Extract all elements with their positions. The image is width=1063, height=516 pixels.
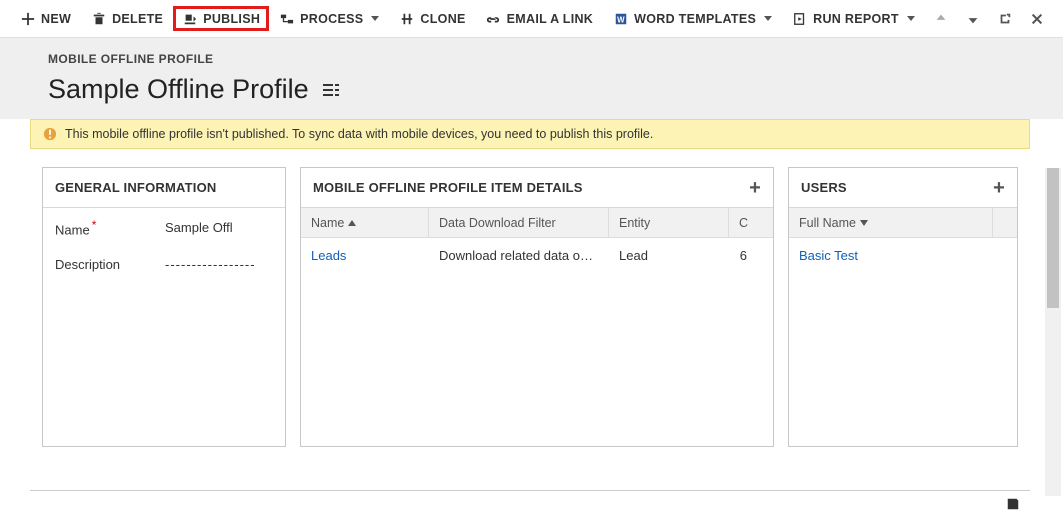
scrollbar-thumb[interactable] xyxy=(1047,168,1059,308)
col-fullname-label: Full Name xyxy=(799,216,856,230)
warning-icon xyxy=(43,127,57,141)
general-info-header: GENERAL INFORMATION xyxy=(55,180,216,195)
form-content: GENERAL INFORMATION Name* Sample Offl De… xyxy=(30,149,1030,447)
col-filter[interactable]: Data Download Filter xyxy=(429,208,609,237)
sort-desc-icon xyxy=(860,220,868,226)
nav-down-button[interactable] xyxy=(963,9,983,29)
warning-text: This mobile offline profile isn't publis… xyxy=(65,127,653,141)
col-c[interactable]: C xyxy=(729,208,757,237)
breadcrumb: MOBILE OFFLINE PROFILE xyxy=(48,52,1063,66)
add-detail-button[interactable]: + xyxy=(749,181,761,195)
new-button[interactable]: NEW xyxy=(10,7,81,30)
name-value[interactable]: Sample Offl xyxy=(165,220,233,235)
run-report-button[interactable]: RUN REPORT xyxy=(782,7,925,30)
delete-button[interactable]: DELETE xyxy=(81,7,173,30)
row-entity: Lead xyxy=(609,248,729,263)
col-entity[interactable]: Entity xyxy=(609,208,729,237)
clone-label: CLONE xyxy=(420,12,465,26)
vertical-scrollbar[interactable] xyxy=(1045,168,1061,496)
header-area: MOBILE OFFLINE PROFILE Sample Offline Pr… xyxy=(0,38,1063,119)
description-value[interactable]: ----------------- xyxy=(165,257,256,272)
email-link-label: EMAIL A LINK xyxy=(507,12,593,26)
chevron-down-icon xyxy=(764,16,772,21)
report-icon xyxy=(792,11,807,26)
row-name[interactable]: Leads xyxy=(301,248,429,263)
close-button[interactable] xyxy=(1027,9,1047,29)
process-icon xyxy=(279,11,294,26)
trash-icon xyxy=(91,11,106,26)
publish-button[interactable]: PUBLISH xyxy=(173,6,269,31)
save-icon[interactable] xyxy=(1006,497,1020,511)
row-c: 6 xyxy=(729,248,757,263)
chevron-down-icon xyxy=(907,16,915,21)
new-label: NEW xyxy=(41,12,71,26)
profile-item-details-panel: MOBILE OFFLINE PROFILE ITEM DETAILS + Na… xyxy=(300,167,774,447)
col-blank xyxy=(993,208,1017,237)
delete-label: DELETE xyxy=(112,12,163,26)
page-title: Sample Offline Profile xyxy=(48,74,309,105)
users-header: USERS xyxy=(801,180,847,195)
word-icon: W xyxy=(613,11,628,26)
process-label: PROCESS xyxy=(300,12,363,26)
users-grid-header: Full Name xyxy=(789,208,1017,238)
nav-up-button[interactable] xyxy=(931,9,951,29)
general-info-panel: GENERAL INFORMATION Name* Sample Offl De… xyxy=(42,167,286,447)
table-row[interactable]: Basic Test xyxy=(789,238,1017,273)
footer-bar xyxy=(30,490,1030,516)
add-user-button[interactable]: + xyxy=(993,181,1005,195)
name-row[interactable]: Name* Sample Offl xyxy=(43,208,285,247)
user-fullname[interactable]: Basic Test xyxy=(789,248,1017,263)
clone-button[interactable]: CLONE xyxy=(389,7,475,30)
required-indicator: * xyxy=(92,218,97,232)
table-row[interactable]: Leads Download related data on… Lead 6 xyxy=(301,238,773,273)
link-icon xyxy=(486,11,501,26)
col-fullname[interactable]: Full Name xyxy=(789,208,993,237)
publish-icon xyxy=(182,11,197,26)
svg-text:W: W xyxy=(617,15,625,24)
word-templates-button[interactable]: W WORD TEMPLATES xyxy=(603,7,782,30)
popout-button[interactable] xyxy=(995,9,1015,29)
col-name[interactable]: Name xyxy=(301,208,429,237)
details-header: MOBILE OFFLINE PROFILE ITEM DETAILS xyxy=(313,180,583,195)
col-name-label: Name xyxy=(311,216,344,230)
sort-asc-icon xyxy=(348,220,356,226)
chevron-down-icon xyxy=(371,16,379,21)
description-label: Description xyxy=(55,257,165,272)
clone-icon xyxy=(399,11,414,26)
description-row[interactable]: Description ----------------- xyxy=(43,247,285,282)
users-panel: USERS + Full Name Basic Test xyxy=(788,167,1018,447)
word-templates-label: WORD TEMPLATES xyxy=(634,12,756,26)
publish-warning: This mobile offline profile isn't publis… xyxy=(30,119,1030,149)
row-filter: Download related data on… xyxy=(429,248,609,263)
run-report-label: RUN REPORT xyxy=(813,12,899,26)
name-label: Name* xyxy=(55,218,165,237)
name-label-text: Name xyxy=(55,222,90,237)
title-menu-icon[interactable] xyxy=(323,84,339,96)
email-link-button[interactable]: EMAIL A LINK xyxy=(476,7,603,30)
details-grid-header: Name Data Download Filter Entity C xyxy=(301,208,773,238)
plus-icon xyxy=(20,11,35,26)
publish-label: PUBLISH xyxy=(203,12,260,26)
process-button[interactable]: PROCESS xyxy=(269,7,389,30)
command-bar: NEW DELETE PUBLISH PROCESS CLONE EMAIL A… xyxy=(0,0,1063,38)
